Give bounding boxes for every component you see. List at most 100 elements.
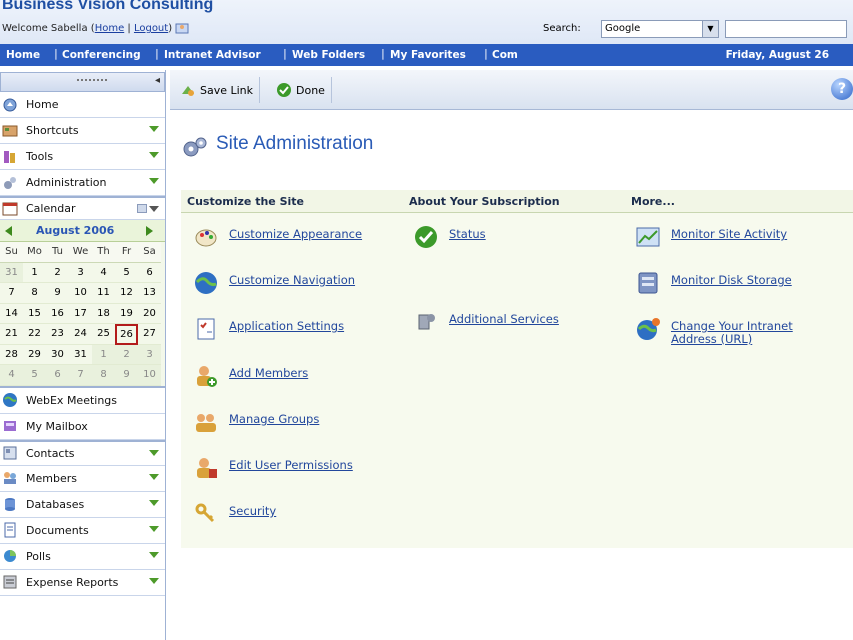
edit-user-permissions-link[interactable]: Edit User Permissions [193, 455, 353, 481]
calendar-day[interactable]: 22 [23, 324, 46, 345]
home-link[interactable]: Home [95, 23, 125, 34]
chevron-down-icon[interactable] [149, 499, 159, 506]
sidebar-item-documents[interactable]: Documents [0, 518, 165, 544]
help-icon[interactable]: ? [831, 78, 853, 100]
monitor-disk-storage-link[interactable]: Monitor Disk Storage [635, 270, 792, 296]
calendar-day[interactable]: 23 [46, 324, 69, 345]
calendar-day[interactable]: 17 [69, 304, 92, 324]
nav-intranet-advisor[interactable]: Intranet Advisor [164, 49, 261, 61]
calendar-day[interactable]: 31 [69, 345, 92, 365]
customize-appearance-link[interactable]: Customize Appearance [193, 224, 362, 250]
done-button[interactable]: Done [270, 77, 332, 103]
link-text: Monitor Disk Storage [671, 273, 792, 287]
calendar-day[interactable]: 2 [46, 263, 69, 283]
sidebar-item-home[interactable]: Home [0, 92, 165, 118]
chevron-down-icon[interactable] [149, 449, 159, 456]
logout-link[interactable]: Logout [134, 23, 168, 34]
additional-services-link[interactable]: Additional Services [413, 309, 559, 335]
chevron-left-icon[interactable] [5, 225, 12, 236]
sidebar-item-tools[interactable]: Tools [0, 144, 165, 170]
calendar-day[interactable]: 1 [92, 344, 115, 365]
calendar-day[interactable]: 9 [46, 283, 69, 304]
calendar-view-icon[interactable] [137, 204, 147, 213]
calendar-day[interactable]: 25 [92, 324, 115, 345]
sidebar-item-databases[interactable]: Databases [0, 492, 165, 518]
add-members-link[interactable]: Add Members [193, 363, 308, 389]
sidebar-item-my-mailbox[interactable]: My Mailbox [0, 414, 165, 440]
calendar-day[interactable]: 19 [115, 304, 138, 324]
calendar-day[interactable]: 7 [0, 283, 23, 304]
search-input[interactable] [725, 20, 847, 38]
calendar-day[interactable]: 31 [0, 262, 23, 283]
chevron-right-icon[interactable] [146, 225, 153, 236]
calendar-day[interactable]: 3 [138, 344, 161, 365]
sidebar-item-polls[interactable]: Polls [0, 544, 165, 570]
calendar-day[interactable]: 4 [0, 365, 23, 386]
monitor-site-activity-link[interactable]: Monitor Site Activity [635, 224, 787, 250]
calendar-day[interactable]: 2 [115, 344, 138, 365]
nav-my-favorites[interactable]: My Favorites [390, 49, 466, 61]
nav-com[interactable]: Com [492, 49, 518, 61]
calendar-day[interactable]: 4 [92, 263, 115, 283]
add-user-icon [197, 366, 217, 387]
chevron-down-icon[interactable] [149, 525, 159, 532]
calendar-day[interactable]: 1 [23, 263, 46, 283]
sidebar-item-administration[interactable]: Administration [0, 170, 165, 196]
sidebar-item-webex-meetings[interactable]: WebEx Meetings [0, 388, 165, 414]
chevron-down-icon[interactable] [149, 178, 159, 184]
chevron-down-icon[interactable]: ▼ [702, 21, 718, 37]
calendar-day[interactable]: 24 [69, 324, 92, 345]
chevron-down-icon[interactable] [149, 473, 159, 480]
calendar-day[interactable]: 11 [92, 283, 115, 304]
application-settings-link[interactable]: Application Settings [193, 316, 344, 342]
calendar-day[interactable]: 12 [115, 283, 138, 304]
calendar-day[interactable]: 5 [23, 365, 46, 386]
manage-groups-link[interactable]: Manage Groups [193, 409, 319, 435]
calendar-day[interactable]: 5 [115, 263, 138, 283]
customize-navigation-link[interactable]: Customize Navigation [193, 270, 355, 296]
chevron-down-icon[interactable] [149, 126, 159, 132]
change-intranet-address-link[interactable]: Change Your Intranet Address (URL) [635, 316, 815, 346]
calendar-day[interactable]: 7 [69, 365, 92, 386]
search-engine-select[interactable]: Google ▼ [601, 20, 719, 38]
calendar-day[interactable]: 27 [138, 324, 161, 345]
chevron-down-icon[interactable] [149, 152, 159, 158]
nav-home[interactable]: Home [6, 49, 40, 61]
calendar-day[interactable]: 20 [138, 304, 161, 324]
chevron-down-icon[interactable] [149, 206, 159, 212]
calendar-day[interactable]: 18 [92, 304, 115, 324]
sidebar-item-expense-reports[interactable]: Expense Reports [0, 570, 165, 596]
calendar-day[interactable]: 15 [23, 304, 46, 324]
calendar-day[interactable]: 28 [0, 345, 23, 365]
nav-web-folders[interactable]: Web Folders [292, 49, 365, 61]
calendar-day[interactable]: 13 [138, 283, 161, 304]
user-icon[interactable] [175, 22, 189, 34]
drag-handle[interactable] [77, 79, 107, 81]
calendar-day[interactable]: 29 [23, 345, 46, 365]
calendar-day[interactable]: 10 [138, 365, 161, 386]
chevron-down-icon[interactable] [149, 551, 159, 558]
calendar-day[interactable]: 21 [0, 324, 23, 345]
globe-icon [3, 393, 17, 407]
sidebar-item-members[interactable]: Members [0, 466, 165, 492]
save-link-button[interactable]: Save Link [174, 77, 261, 103]
status-link[interactable]: Status [413, 224, 486, 250]
calendar-day[interactable]: 9 [115, 365, 138, 386]
security-link[interactable]: Security [193, 501, 276, 527]
calendar-day[interactable]: 8 [23, 283, 46, 304]
calendar-day[interactable]: 30 [46, 345, 69, 365]
calendar-day[interactable]: 6 [46, 365, 69, 386]
calendar-day[interactable]: 16 [46, 304, 69, 324]
calendar-day[interactable]: 14 [0, 304, 23, 324]
calendar-day[interactable]: 8 [92, 365, 115, 386]
sidebar-item-calendar[interactable]: Calendar [0, 196, 165, 220]
collapse-icon[interactable]: ◂ [155, 75, 160, 86]
calendar-day[interactable]: 6 [138, 263, 161, 283]
chevron-down-icon[interactable] [149, 577, 159, 584]
calendar-day[interactable]: 26 [115, 324, 138, 345]
sidebar-item-contacts[interactable]: Contacts [0, 439, 165, 466]
calendar-day[interactable]: 3 [69, 263, 92, 283]
calendar-day[interactable]: 10 [69, 283, 92, 304]
sidebar-item-shortcuts[interactable]: Shortcuts [0, 118, 165, 144]
nav-conferencing[interactable]: Conferencing [62, 49, 141, 61]
